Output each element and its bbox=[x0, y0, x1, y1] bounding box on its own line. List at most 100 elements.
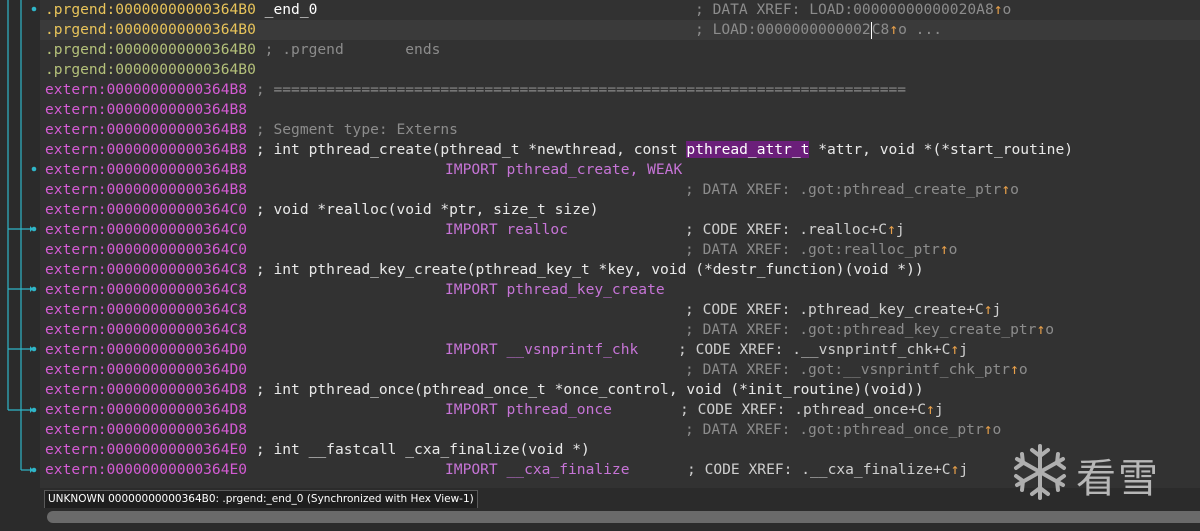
flow-arrows bbox=[7, 0, 37, 473]
listing-line[interactable]: extern:00000000000364C8 IMPORT pthread_ke… bbox=[45, 280, 665, 300]
xref-comment[interactable]: ; DATA XREF: .got:pthread_create_ptr bbox=[685, 181, 1001, 198]
listing-line[interactable]: .prgend:00000000000364B0 bbox=[45, 60, 256, 80]
horizontal-scrollbar[interactable] bbox=[40, 508, 1200, 531]
xref-type: j bbox=[959, 461, 969, 478]
listing-line[interactable]: extern:00000000000364C8 ; CODE XREF: .pth… bbox=[45, 300, 1001, 320]
address: extern:00000000000364D8 bbox=[45, 421, 248, 438]
address: .prgend:00000000000364B0 bbox=[45, 1, 256, 18]
xref-up-arrow-icon: ↑ bbox=[939, 241, 949, 258]
address: extern:00000000000364B8 bbox=[45, 141, 248, 158]
address: .prgend:00000000000364B0 bbox=[45, 21, 256, 38]
xref-up-arrow-icon: ↑ bbox=[1001, 181, 1011, 198]
xref-up-arrow-icon: ↑ bbox=[926, 401, 935, 418]
import-directive[interactable]: IMPORT realloc bbox=[445, 220, 568, 240]
function-prototype: ; int pthread_key_create(pthread_key_t *… bbox=[255, 261, 924, 278]
import-directive[interactable]: IMPORT __cxa_finalize bbox=[445, 460, 630, 480]
xref-comment[interactable]: ; LOAD:0000000000002 bbox=[695, 21, 871, 38]
listing-line[interactable]: extern:00000000000364C8 ; int pthread_ke… bbox=[45, 260, 924, 280]
function-prototype: ; void *realloc(void *ptr, size_t size) bbox=[255, 201, 599, 218]
listing-line-current[interactable]: .prgend:00000000000364B0 ; LOAD:000000000… bbox=[40, 20, 1200, 40]
separator-comment: ; ======================================… bbox=[255, 81, 907, 98]
xref-type: o bbox=[992, 421, 1002, 438]
address: extern:00000000000364C8 bbox=[45, 281, 248, 298]
address: extern:00000000000364B8 bbox=[45, 161, 248, 178]
xref-comment[interactable]: ; CODE XREF: .__cxa_finalize+C bbox=[687, 461, 951, 478]
listing-line[interactable]: extern:00000000000364C0 ; void *realloc(… bbox=[45, 200, 599, 220]
highlighted-type[interactable]: pthread_attr_t bbox=[686, 141, 810, 158]
function-prototype: ; int pthread_once(pthread_once_t *once_… bbox=[255, 381, 924, 398]
address: extern:00000000000364C8 bbox=[45, 261, 248, 278]
listing-line[interactable]: extern:00000000000364D8 ; DATA XREF: .got… bbox=[45, 420, 1001, 440]
listing-line[interactable]: extern:00000000000364B8 bbox=[45, 100, 247, 120]
function-prototype: ; int __fastcall _cxa_finalize(void *) bbox=[255, 441, 590, 458]
xref-type: j bbox=[934, 401, 944, 418]
address: extern:00000000000364C8 bbox=[45, 301, 248, 318]
listing-line[interactable]: .prgend:00000000000364B0 _end_0 ; DATA XR… bbox=[45, 0, 1011, 20]
import-directive[interactable]: IMPORT pthread_create, WEAK bbox=[445, 160, 682, 180]
flow-arrow-gutter bbox=[0, 0, 40, 531]
listing-line[interactable]: .prgend:00000000000364B0 ; .prgend ends bbox=[45, 40, 440, 60]
listing-line[interactable]: extern:00000000000364B8 ; DATA XREF: .got… bbox=[45, 180, 1019, 200]
xref-up-arrow-icon: ↑ bbox=[887, 221, 896, 238]
xref-type: o bbox=[948, 241, 958, 258]
xref-up-arrow-icon: ↑ bbox=[983, 301, 993, 318]
address: extern:00000000000364D0 bbox=[45, 361, 248, 378]
address: extern:00000000000364C0 bbox=[45, 241, 248, 258]
xref-type: j bbox=[959, 341, 968, 358]
import-directive[interactable]: IMPORT pthread_key_create bbox=[445, 280, 665, 300]
address: extern:00000000000364C0 bbox=[45, 221, 248, 238]
segment-type-comment: ; Segment type: Externs bbox=[255, 121, 458, 138]
address: extern:00000000000364C8 bbox=[45, 321, 248, 338]
segment-end-comment: ; .prgend ends bbox=[264, 41, 441, 58]
listing-line[interactable]: extern:00000000000364C0 IMPORT realloc ; C… bbox=[45, 220, 905, 240]
listing-line[interactable]: extern:00000000000364D8 IMPORT pthread_on… bbox=[45, 400, 944, 420]
symbol-name[interactable]: _end_0 bbox=[265, 1, 318, 18]
xref-type: o bbox=[1010, 181, 1019, 198]
address: extern:00000000000364B8 bbox=[45, 121, 248, 138]
address: extern:00000000000364B8 bbox=[45, 101, 248, 118]
address: extern:00000000000364D8 bbox=[45, 381, 248, 398]
xref-comment[interactable]: ; DATA XREF: .got:realloc_ptr bbox=[685, 241, 940, 258]
xref-up-arrow-icon: ↑ bbox=[889, 21, 899, 38]
scrollbar-thumb[interactable] bbox=[47, 511, 1200, 523]
function-prototype: ; int pthread_create(pthread_t *newthrea… bbox=[255, 141, 687, 158]
address: .prgend:00000000000364B0 bbox=[45, 61, 256, 78]
xref-up-arrow-icon: ↑ bbox=[993, 1, 1003, 18]
disassembly-listing[interactable]: .prgend:00000000000364B0 _end_0 ; DATA XR… bbox=[40, 0, 1200, 488]
address: extern:00000000000364B8 bbox=[45, 81, 248, 98]
listing-line[interactable]: extern:00000000000364D0 IMPORT __vsnprint… bbox=[45, 340, 968, 360]
xref-type: o bbox=[1002, 1, 1012, 18]
xref-comment[interactable]: ; CODE XREF: .realloc+C bbox=[685, 221, 887, 238]
xref-up-arrow-icon: ↑ bbox=[950, 341, 960, 358]
import-directive[interactable]: IMPORT __vsnprintf_chk bbox=[445, 340, 638, 360]
listing-line[interactable]: extern:00000000000364C0 ; DATA XREF: .got… bbox=[45, 240, 957, 260]
xref-up-arrow-icon: ↑ bbox=[983, 421, 993, 438]
address: extern:00000000000364C0 bbox=[45, 201, 248, 218]
address: extern:00000000000364D0 bbox=[45, 341, 248, 358]
xref-comment[interactable]: ; DATA XREF: .got:pthread_once_ptr bbox=[685, 421, 984, 438]
address: extern:00000000000364B8 bbox=[45, 181, 248, 198]
import-directive[interactable]: IMPORT pthread_once bbox=[445, 400, 612, 420]
xref-comment[interactable]: ; DATA XREF: .got:__vsnprintf_chk_ptr bbox=[685, 361, 1010, 378]
listing-line[interactable]: extern:00000000000364B8 IMPORT pthread_cr… bbox=[45, 160, 682, 180]
listing-line[interactable]: extern:00000000000364C8 ; DATA XREF: .got… bbox=[45, 320, 1054, 340]
listing-line[interactable]: extern:00000000000364B8 ; int pthread_cr… bbox=[45, 140, 1073, 160]
xref-comment[interactable]: ; CODE XREF: .pthread_once+C bbox=[680, 401, 926, 418]
address: .prgend:00000000000364B0 bbox=[45, 41, 256, 58]
xref-comment[interactable]: ; CODE XREF: .pthread_key_create+C bbox=[685, 301, 984, 318]
xref-type: j bbox=[895, 221, 905, 238]
xref-comment[interactable]: ; DATA XREF: .got:pthread_key_create_ptr bbox=[685, 321, 1036, 338]
xref-comment[interactable]: ; CODE XREF: .__vsnprintf_chk+C bbox=[678, 341, 950, 358]
listing-line[interactable]: extern:00000000000364E0 IMPORT __cxa_fina… bbox=[45, 460, 968, 480]
listing-line[interactable]: extern:00000000000364E0 ; int __fastcall… bbox=[45, 440, 590, 460]
xref-up-arrow-icon: ↑ bbox=[1036, 321, 1046, 338]
xref-comment[interactable]: ; DATA XREF: LOAD:00000000000020A8 bbox=[695, 1, 994, 18]
status-bar: UNKNOWN 00000000000364B0: .prgend:_end_0… bbox=[44, 490, 478, 509]
xref-type: j bbox=[992, 301, 1002, 318]
xref-comment-tail: C8 bbox=[871, 21, 890, 38]
listing-line[interactable]: extern:00000000000364B8 ; ==============… bbox=[45, 80, 906, 100]
listing-line[interactable]: extern:00000000000364D0 ; DATA XREF: .got… bbox=[45, 360, 1028, 380]
listing-line[interactable]: extern:00000000000364B8 ; Segment type: … bbox=[45, 120, 458, 140]
listing-line[interactable]: extern:00000000000364D8 ; int pthread_on… bbox=[45, 380, 924, 400]
function-prototype-tail: *attr, void *(*start_routine) bbox=[809, 141, 1074, 158]
